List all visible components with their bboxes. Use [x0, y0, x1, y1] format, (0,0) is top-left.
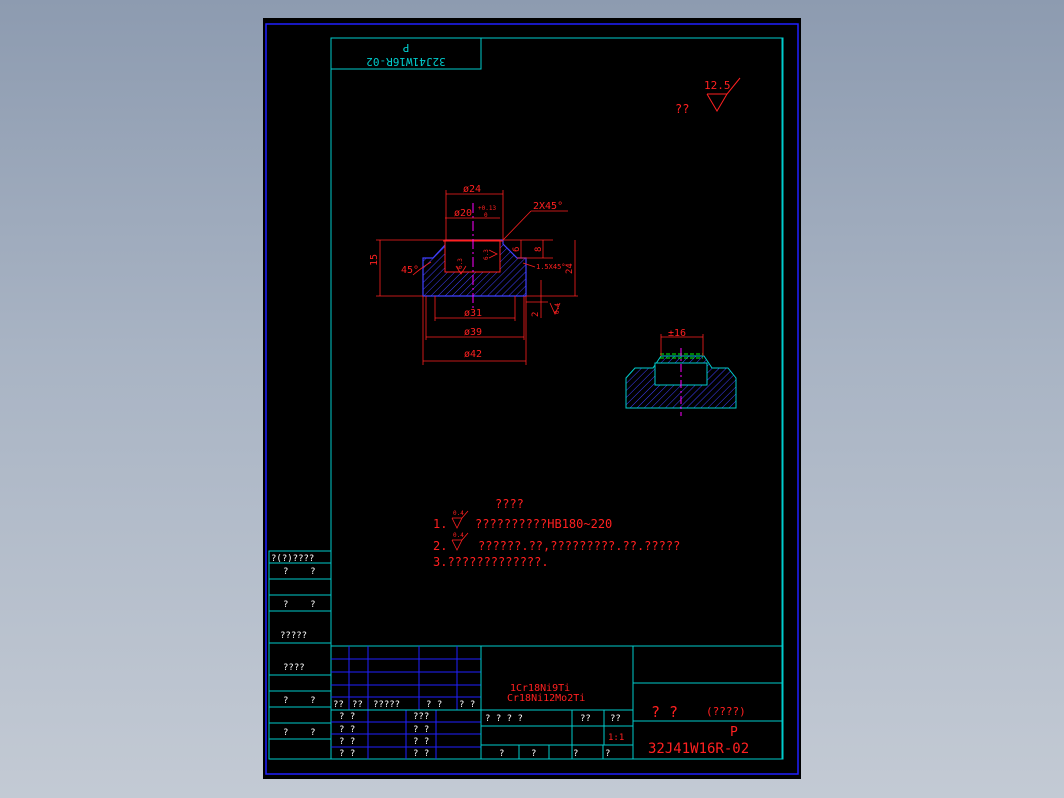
tb-material-2: Cr18Ni12Mo2Ti	[507, 693, 585, 704]
note-3: 3.?????????????.	[433, 555, 549, 569]
roughness-value: 12.5	[704, 79, 731, 92]
note-2-num: 2.	[433, 539, 447, 553]
tb-name: ? ?	[651, 703, 678, 721]
left-strip: ?(?)???? ? ? ? ? ????? ???? ? ? ? ?	[268, 550, 332, 760]
rough-inner-left: 6.3	[457, 258, 464, 269]
roughness-note: ??	[675, 102, 689, 116]
tb-header-2: ??	[352, 700, 363, 710]
note-1-rough: 0.4	[453, 510, 464, 517]
note-2-rough: 0.4	[453, 532, 464, 539]
tb-left-1a: ? ?	[339, 712, 355, 722]
tb-left-3b: ? ?	[413, 737, 429, 747]
top-block-code: 32J41W16R-02	[366, 55, 445, 68]
strip-row-6: ? ?	[283, 728, 316, 738]
note-1-text: ??????????HB180~220	[475, 517, 612, 531]
tb-bottom-1: ?	[499, 749, 504, 759]
dim-d31: ø31	[464, 308, 482, 319]
tb-left-4b: ? ?	[413, 749, 429, 759]
tb-name-suffix: (????)	[706, 705, 746, 718]
tb-left-1b: ???	[413, 712, 429, 722]
dim-height-15: 15	[369, 254, 380, 266]
tb-bottom-3: ?	[573, 749, 578, 759]
strip-row-5: ? ?	[283, 696, 316, 706]
dim-d20-tol-lower: 0	[484, 212, 488, 219]
dim-chamfer-top: 2X45°	[533, 201, 563, 212]
tb-header-4: ? ?	[426, 700, 442, 710]
top-block-letter: P	[402, 41, 409, 54]
tb-header-5: ? ?	[459, 700, 475, 710]
tb-mid-1: ? ? ? ?	[485, 714, 523, 724]
tb-mid-2: ??	[580, 714, 591, 724]
strip-row-3: ?????	[280, 631, 307, 641]
rough-inner-right: 6.3	[483, 249, 490, 260]
side-view: ±16	[625, 328, 737, 416]
drawing-sheet: 32J41W16R-02 P ?? 12.5 ø24 ø20 +0.13 0 2…	[263, 18, 801, 779]
dim-angle-45: 45°	[401, 265, 419, 276]
tb-bottom-2: ?	[531, 749, 536, 759]
section-view: ø24 ø20 +0.13 0 2X45° 15 45° 6 8 1.5X45°…	[369, 184, 578, 365]
tb-header-1: ??	[333, 700, 344, 710]
note-1-num: 1.	[433, 517, 447, 531]
dim-6: 6	[512, 247, 522, 252]
tb-mid-3: ??	[610, 714, 621, 724]
dim-d20: ø20	[454, 208, 472, 219]
dim-8: 8	[534, 247, 544, 252]
tb-left-3a: ? ?	[339, 737, 355, 747]
tb-scale: 1:1	[608, 733, 624, 743]
dim-chamfer-small: 1.5X45°	[536, 263, 566, 271]
tb-left-4a: ? ?	[339, 749, 355, 759]
rough-bottom: 0.4	[554, 303, 561, 314]
strip-row-1: ? ?	[283, 567, 316, 577]
tb-header-3: ?????	[373, 700, 400, 710]
tb-code: 32J41W16R-02	[648, 741, 749, 757]
note-2-text: ??????.??,?????????.??.?????	[478, 539, 680, 553]
notes-title: ????	[495, 497, 524, 511]
dim-16: ±16	[668, 328, 686, 339]
technical-notes: ???? 1. 0.4 ??????????HB180~220 2. 0.4 ?…	[433, 497, 680, 569]
dim-d42: ø42	[464, 349, 482, 360]
tb-bottom-4: ?	[605, 749, 610, 759]
dim-d39: ø39	[464, 327, 482, 338]
tb-left-2b: ? ?	[413, 725, 429, 735]
strip-row-4: ????	[283, 663, 305, 673]
tb-left-2a: ? ?	[339, 725, 355, 735]
title-block: ?? ?? ????? ? ? ? ? ? ? ??? ? ? ? ? ? ? …	[331, 646, 782, 759]
strip-row-2: ? ?	[283, 600, 316, 610]
dim-24-right: 24	[565, 263, 575, 274]
strip-header: ?(?)????	[271, 554, 314, 564]
dim-2: 2	[531, 312, 541, 317]
tb-code-letter: P	[730, 725, 738, 740]
dim-d20-tol-upper: +0.13	[478, 205, 496, 212]
dim-d24: ø24	[463, 184, 481, 195]
cad-drawing: 32J41W16R-02 P ?? 12.5 ø24 ø20 +0.13 0 2…	[265, 23, 799, 775]
